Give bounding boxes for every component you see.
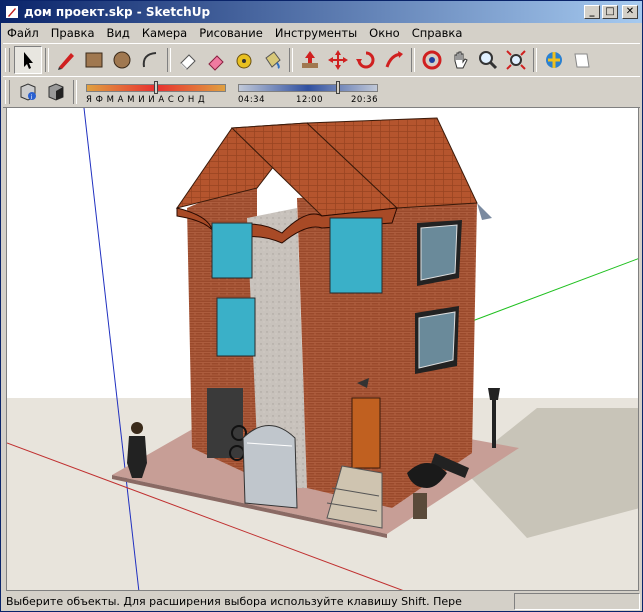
get-models-button[interactable] <box>540 46 568 74</box>
minimize-icon: _ <box>589 6 595 17</box>
menu-window[interactable]: Окно <box>363 26 406 40</box>
orbit-tool-button[interactable] <box>418 46 446 74</box>
zoom-extents-button[interactable] <box>502 46 530 74</box>
time-start-label: 04:34 <box>238 95 265 105</box>
shadow-settings-button[interactable]: i <box>14 78 42 106</box>
rectangle-tool-button[interactable] <box>80 46 108 74</box>
circle-tool-button[interactable] <box>108 46 136 74</box>
push-pull-button[interactable] <box>296 46 324 74</box>
move-tool-icon <box>328 50 348 70</box>
month-labels: Я Ф М А М И И А С О Н Д <box>86 95 206 105</box>
zoom-extents-icon <box>506 50 526 70</box>
zoom-tool-button[interactable] <box>474 46 502 74</box>
arc-tool-icon <box>142 52 157 68</box>
orbit-tool-icon <box>422 50 442 70</box>
select-tool-icon <box>24 52 33 69</box>
zoom-tool-icon <box>479 51 498 70</box>
status-bar: Выберите объекты. Для расширения выбора … <box>1 591 642 611</box>
house-model-scene[interactable] <box>7 108 639 591</box>
close-button[interactable]: ✕ <box>622 5 638 19</box>
menu-draw[interactable]: Рисование <box>193 26 269 40</box>
time-slider[interactable]: 04:34 12:00 20:36 <box>238 78 380 106</box>
menu-help[interactable]: Справка <box>406 26 469 40</box>
time-end-label: 20:36 <box>351 95 378 105</box>
paint-bucket-button[interactable] <box>258 46 286 74</box>
time-mid-label: 12:00 <box>296 95 323 105</box>
main-toolbar <box>3 43 640 77</box>
display-shadows-icon <box>48 83 64 101</box>
follow-me-button[interactable] <box>380 46 408 74</box>
time-slider-thumb[interactable] <box>336 81 340 94</box>
follow-me-icon <box>385 51 403 68</box>
toolbar-grip[interactable] <box>5 48 10 72</box>
rectangle-tool-icon <box>85 52 103 68</box>
eraser-tool-icon <box>180 54 196 70</box>
menu-file[interactable]: Файл <box>1 26 45 40</box>
share-model-icon <box>574 53 590 68</box>
move-tool-button[interactable] <box>324 46 352 74</box>
pencil-tool-button[interactable] <box>52 46 80 74</box>
menu-edit[interactable]: Правка <box>45 26 101 40</box>
date-slider[interactable]: Я Ф М А М И И А С О Н Д <box>86 78 228 106</box>
circle-tool-icon <box>113 51 131 69</box>
time-slider-track[interactable] <box>238 84 378 92</box>
shadow-toolbar: i Я Ф М А М И И А С О Н Д 04:34 12:00 20… <box>3 76 640 108</box>
get-models-icon <box>546 52 562 68</box>
paint-bucket-icon <box>265 51 281 69</box>
maximize-icon: □ <box>605 6 615 17</box>
eraser-tool-button[interactable] <box>174 46 202 74</box>
tape-measure-icon <box>236 53 252 69</box>
pan-tool-icon <box>454 51 468 69</box>
share-model-button[interactable] <box>568 46 596 74</box>
close-icon: ✕ <box>625 6 635 17</box>
rotate-tool-button[interactable] <box>352 46 380 74</box>
push-pull-icon <box>302 51 318 68</box>
display-shadows-button[interactable] <box>42 78 70 106</box>
model-viewport[interactable] <box>6 107 639 591</box>
minimize-button[interactable]: _ <box>584 5 600 19</box>
arc-tool-button[interactable] <box>136 46 164 74</box>
pencil-tool-icon <box>58 53 74 70</box>
window-title: дом проект.skp - SketchUp <box>24 5 211 19</box>
rotate-tool-icon <box>356 51 375 69</box>
measurements-field[interactable] <box>514 592 640 610</box>
paint-eraser-icon <box>208 55 224 71</box>
status-message: Выберите объекты. Для расширения выбора … <box>6 594 462 608</box>
menu-bar: Файл Правка Вид Камера Рисование Инструм… <box>1 23 642 42</box>
title-bar: дом проект.skp - SketchUp _ □ ✕ <box>1 1 642 23</box>
date-slider-thumb[interactable] <box>154 81 158 94</box>
paint-eraser-button[interactable] <box>202 46 230 74</box>
shadow-settings-icon: i <box>20 83 36 101</box>
sketchup-window: дом проект.skp - SketchUp _ □ ✕ Файл Пра… <box>0 0 643 612</box>
sketchup-app-icon <box>6 6 18 18</box>
maximize-button[interactable]: □ <box>602 5 618 19</box>
menu-tools[interactable]: Инструменты <box>269 26 363 40</box>
toolbar-grip-2[interactable] <box>5 80 10 104</box>
menu-camera[interactable]: Камера <box>136 26 193 40</box>
select-tool-button[interactable] <box>14 46 42 74</box>
pan-tool-button[interactable] <box>446 46 474 74</box>
menu-view[interactable]: Вид <box>101 26 136 40</box>
tape-measure-button[interactable] <box>230 46 258 74</box>
